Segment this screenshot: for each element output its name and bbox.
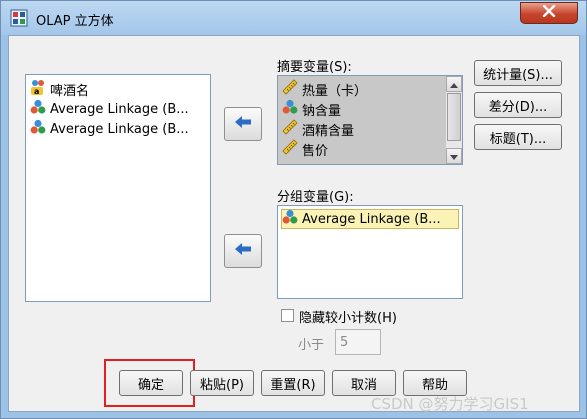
nominal-cluster-variable-icon [30, 119, 46, 139]
list-item-label: 钠含量 [302, 103, 342, 119]
list-item-label: 酒精含量 [302, 123, 355, 139]
list-item[interactable]: 钠含量 [282, 99, 440, 119]
close-icon [542, 4, 556, 21]
list-item[interactable]: 热量（卡） [282, 79, 440, 99]
olap-cube-dialog: OLAP 立方体 a 啤酒名 Average Linkage (B... Ave… [0, 0, 587, 419]
reset-button[interactable]: 重置(R) [261, 370, 325, 396]
list-item-label: 售价 [302, 143, 329, 159]
list-item[interactable]: Average Linkage (B... [30, 119, 210, 139]
move-to-grouping-button[interactable] [224, 234, 262, 268]
scroll-thumb[interactable] [447, 93, 461, 141]
title-button[interactable]: 标题(T)... [474, 124, 562, 150]
summary-variables-list[interactable]: 热量（卡） 钠含量 酒精含量 售价 [277, 75, 463, 165]
nominal-cluster-variable-icon [282, 99, 298, 119]
differences-button[interactable]: 差分(D)... [474, 92, 562, 118]
source-variable-list[interactable]: a 啤酒名 Average Linkage (B... Average Link… [25, 74, 211, 302]
list-item-label: Average Linkage (B... [302, 211, 441, 227]
window-title: OLAP 立方体 [36, 14, 114, 29]
olap-app-icon [10, 9, 28, 27]
title-bar[interactable]: OLAP 立方体 [1, 1, 586, 35]
chevron-down-icon [450, 149, 458, 164]
arrow-left-icon [233, 241, 253, 261]
move-to-summary-button[interactable] [224, 107, 262, 141]
scale-ruler-icon [282, 139, 298, 159]
list-item-label: Average Linkage (B... [50, 121, 189, 137]
list-item[interactable]: Average Linkage (B... [281, 209, 459, 229]
grouping-variables-list[interactable]: Average Linkage (B... [277, 205, 463, 299]
ok-button[interactable]: 确定 [119, 370, 183, 396]
list-item[interactable]: a 啤酒名 [30, 79, 210, 99]
scroll-down-button[interactable] [446, 148, 462, 164]
scroll-up-button[interactable] [446, 76, 462, 92]
less-than-input[interactable]: 5 [335, 329, 381, 355]
less-than-label: 小于 [298, 338, 325, 353]
list-item[interactable]: 酒精含量 [282, 119, 440, 139]
nominal-cluster-variable-icon [282, 209, 298, 229]
list-item-label: 啤酒名 [50, 83, 90, 99]
list-item[interactable]: 售价 [282, 139, 440, 159]
svg-text:a: a [34, 87, 39, 95]
hide-small-counts-label: 隐藏较小计数(H) [299, 311, 397, 326]
hide-small-counts-checkbox[interactable] [281, 309, 294, 322]
list-item-label: Average Linkage (B... [50, 101, 189, 117]
paste-button[interactable]: 粘贴(P) [190, 370, 254, 396]
grouping-variables-label: 分组变量(G): [277, 190, 354, 205]
scale-ruler-icon [282, 79, 298, 99]
nominal-string-variable-icon: a [30, 79, 46, 99]
scale-ruler-icon [282, 119, 298, 139]
chevron-up-icon [450, 77, 458, 92]
summary-variables-label: 摘要变量(S): [277, 60, 352, 75]
list-item[interactable]: Average Linkage (B... [30, 99, 210, 119]
dialog-body: a 啤酒名 Average Linkage (B... Average Link… [8, 35, 580, 412]
close-button[interactable] [520, 2, 578, 24]
summary-scrollbar[interactable] [445, 76, 462, 164]
watermark: CSDN @努力学习GIS1 [371, 395, 529, 413]
statistics-button[interactable]: 统计量(S)... [474, 60, 562, 86]
arrow-left-icon [233, 114, 253, 134]
list-item-label: 热量（卡） [302, 83, 368, 99]
nominal-cluster-variable-icon [30, 99, 46, 119]
